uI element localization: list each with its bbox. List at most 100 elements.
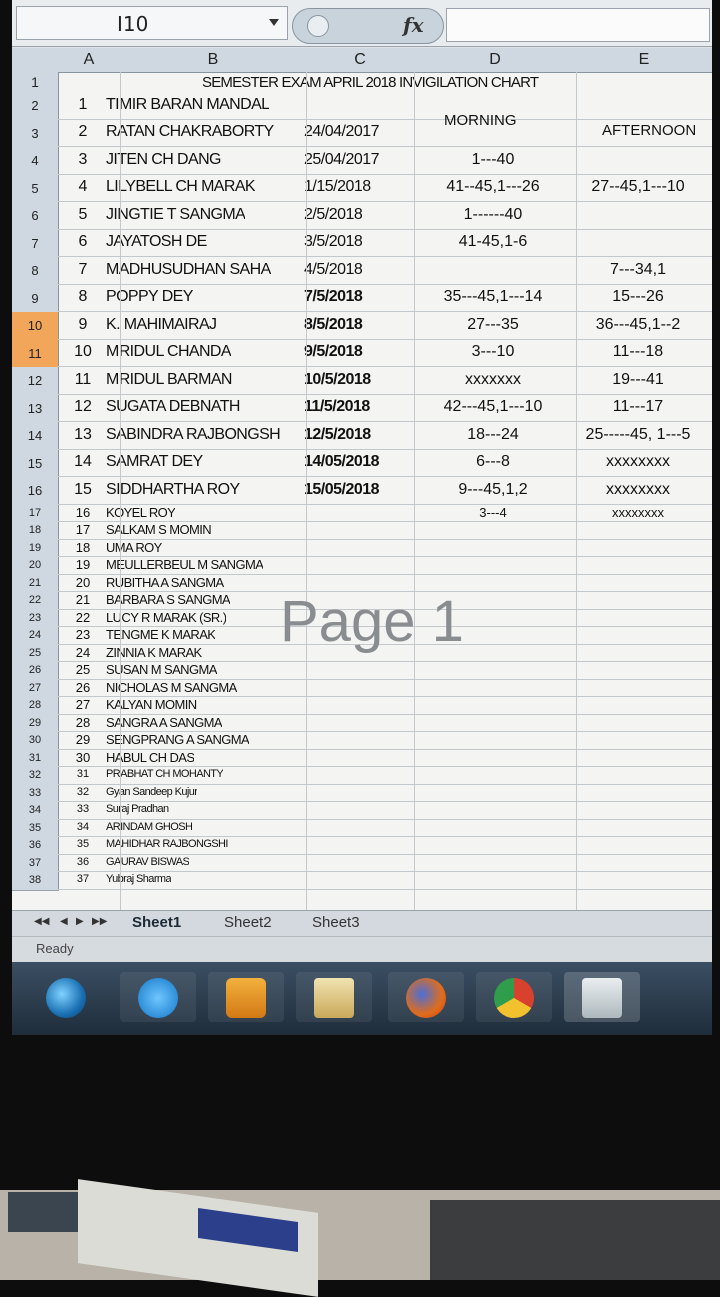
cell-name[interactable]: GAURAV BISWAS — [106, 856, 189, 868]
name-box[interactable]: I10 — [16, 6, 288, 40]
row-header[interactable]: 30 — [12, 732, 59, 751]
cell-morning[interactable]: xxxxxxx — [418, 371, 568, 389]
cell-afternoon[interactable]: xxxxxxxx — [568, 505, 708, 520]
row-header[interactable]: 32 — [12, 767, 59, 786]
cell-name[interactable]: MEULLERBEUL M SANGMA — [106, 557, 263, 572]
cell-afternoon[interactable]: 36---45,1--2 — [568, 316, 708, 334]
row-header[interactable]: 11 — [12, 339, 59, 368]
column-header[interactable]: A — [58, 48, 121, 73]
cell-name[interactable]: TIMIR BARAN MANDAL — [106, 96, 269, 114]
cell-afternoon[interactable]: 11---18 — [568, 343, 708, 361]
row-header[interactable]: 18 — [12, 522, 59, 541]
column-header[interactable]: D — [414, 48, 577, 73]
tab-sheet1[interactable]: Sheet1 — [128, 914, 185, 931]
cell-name[interactable]: LUCY R MARAK (SR.) — [106, 610, 226, 625]
cell-serial[interactable]: 12 — [68, 398, 98, 416]
select-all-corner[interactable] — [12, 48, 59, 73]
cell-date[interactable]: 9/5/2018 — [304, 343, 363, 361]
cell-date[interactable]: 8/5/2018 — [304, 316, 363, 334]
cell-morning[interactable]: 35---45,1---14 — [418, 288, 568, 306]
last-sheet-icon[interactable]: ▶▶ — [92, 916, 107, 927]
cell-serial[interactable]: 11 — [68, 371, 98, 389]
cell-serial[interactable]: 32 — [68, 786, 98, 798]
cell-serial[interactable]: 5 — [68, 206, 98, 224]
cell-name[interactable]: MADHUSUDHAN SAHA — [106, 261, 271, 279]
cell-name[interactable]: MRIDUL CHANDA — [106, 343, 231, 361]
cell-name[interactable]: SABINDRA RAJBONGSH — [106, 426, 280, 444]
row-header[interactable]: 37 — [12, 854, 59, 873]
cell-morning[interactable]: 41-45,1-6 — [418, 233, 568, 251]
cell-name[interactable]: SUSAN M SANGMA — [106, 662, 217, 677]
row-header[interactable]: 5 — [12, 174, 59, 203]
cell-name[interactable]: Suraj Pradhan — [106, 803, 169, 815]
row-header[interactable]: 33 — [12, 784, 59, 803]
row-header[interactable]: 10 — [12, 312, 59, 341]
cell-serial[interactable]: 19 — [68, 557, 98, 572]
cell-serial[interactable]: 28 — [68, 715, 98, 730]
cell-morning[interactable]: 18---24 — [418, 426, 568, 444]
cell-serial[interactable]: 21 — [68, 592, 98, 607]
cell-afternoon[interactable]: xxxxxxxx — [568, 453, 708, 471]
cell-name[interactable]: TENGME K MARAK — [106, 627, 215, 642]
cell-serial[interactable]: 22 — [68, 610, 98, 625]
cell-date[interactable]: 1/15/2018 — [304, 178, 371, 196]
cell-serial[interactable]: 7 — [68, 261, 98, 279]
row-header[interactable]: 31 — [12, 749, 59, 768]
cell-name[interactable]: LILYBELL CH MARAK — [106, 178, 255, 196]
cell-date[interactable]: 2/5/2018 — [304, 206, 363, 224]
cell-morning[interactable]: 1------40 — [418, 206, 568, 224]
row-header[interactable]: 36 — [12, 837, 59, 856]
cell-name[interactable]: NICHOLAS M SANGMA — [106, 680, 237, 695]
cell-afternoon[interactable]: 7---34,1 — [568, 261, 708, 279]
cell-serial[interactable]: 6 — [68, 233, 98, 251]
cell-serial[interactable]: 13 — [68, 426, 98, 444]
cell-name[interactable]: MAHIDHAR RAJBONGSHI — [106, 838, 228, 850]
cell-morning[interactable]: 3---10 — [418, 343, 568, 361]
cell-afternoon[interactable]: xxxxxxxx — [568, 481, 708, 499]
cell-date[interactable]: 4/5/2018 — [304, 261, 363, 279]
row-header[interactable]: 1 — [12, 72, 59, 93]
row-header[interactable]: 16 — [12, 477, 59, 506]
cell-morning[interactable]: 42---45,1---10 — [418, 398, 568, 416]
cell-name[interactable]: JAYATOSH DE — [106, 233, 207, 251]
row-header[interactable]: 24 — [12, 627, 59, 646]
cell-name[interactable]: SUGATA DEBNATH — [106, 398, 240, 416]
cell-serial[interactable]: 15 — [68, 481, 98, 499]
cell-name[interactable]: BARBARA S SANGMA — [106, 592, 230, 607]
cell-serial[interactable]: 1 — [68, 96, 98, 114]
taskbar-media-player[interactable] — [208, 972, 284, 1022]
cell-morning[interactable]: 9---45,1,2 — [418, 481, 568, 499]
taskbar-explorer[interactable] — [296, 972, 372, 1022]
cell-serial[interactable]: 4 — [68, 178, 98, 196]
row-header[interactable]: 35 — [12, 819, 59, 838]
row-header[interactable]: 4 — [12, 147, 59, 176]
cell-afternoon[interactable]: 11---17 — [568, 398, 708, 416]
cell-serial[interactable]: 2 — [68, 123, 98, 141]
row-header[interactable]: 27 — [12, 679, 59, 698]
cell-date[interactable]: 7/5/2018 — [304, 288, 363, 306]
cell-date[interactable]: 24/04/2017 — [304, 123, 380, 141]
taskbar-chrome[interactable] — [476, 972, 552, 1022]
cell-name[interactable]: SALKAM S MOMIN — [106, 522, 211, 537]
cell-name[interactable]: RATAN CHAKRABORTY — [106, 123, 274, 141]
row-header[interactable]: 12 — [12, 367, 59, 396]
row-header[interactable]: 28 — [12, 697, 59, 716]
cell-serial[interactable]: 3 — [68, 151, 98, 169]
tab-sheet2[interactable]: Sheet2 — [220, 914, 276, 931]
cell-name[interactable]: PRABHAT CH MOHANTY — [106, 768, 223, 780]
cell-morning[interactable]: 41--45,1---26 — [418, 178, 568, 196]
taskbar-firefox[interactable] — [388, 972, 464, 1022]
row-header[interactable]: 34 — [12, 802, 59, 821]
cell-name[interactable]: Yubraj Sharma — [106, 873, 171, 885]
taskbar-excel[interactable] — [564, 972, 640, 1022]
row-header[interactable]: 6 — [12, 202, 59, 231]
cell-serial[interactable]: 27 — [68, 697, 98, 712]
row-header[interactable]: 20 — [12, 557, 59, 576]
row-header[interactable]: 25 — [12, 644, 59, 663]
prev-sheet-icon[interactable]: ◀ — [60, 916, 68, 927]
cell-afternoon[interactable]: 25-----45, 1---5 — [568, 426, 708, 444]
cell-name[interactable]: KOYEL ROY — [106, 505, 175, 520]
cell-serial[interactable]: 17 — [68, 522, 98, 537]
cell-serial[interactable]: 20 — [68, 575, 98, 590]
cell-name[interactable]: RUBITHA A SANGMA — [106, 575, 224, 590]
